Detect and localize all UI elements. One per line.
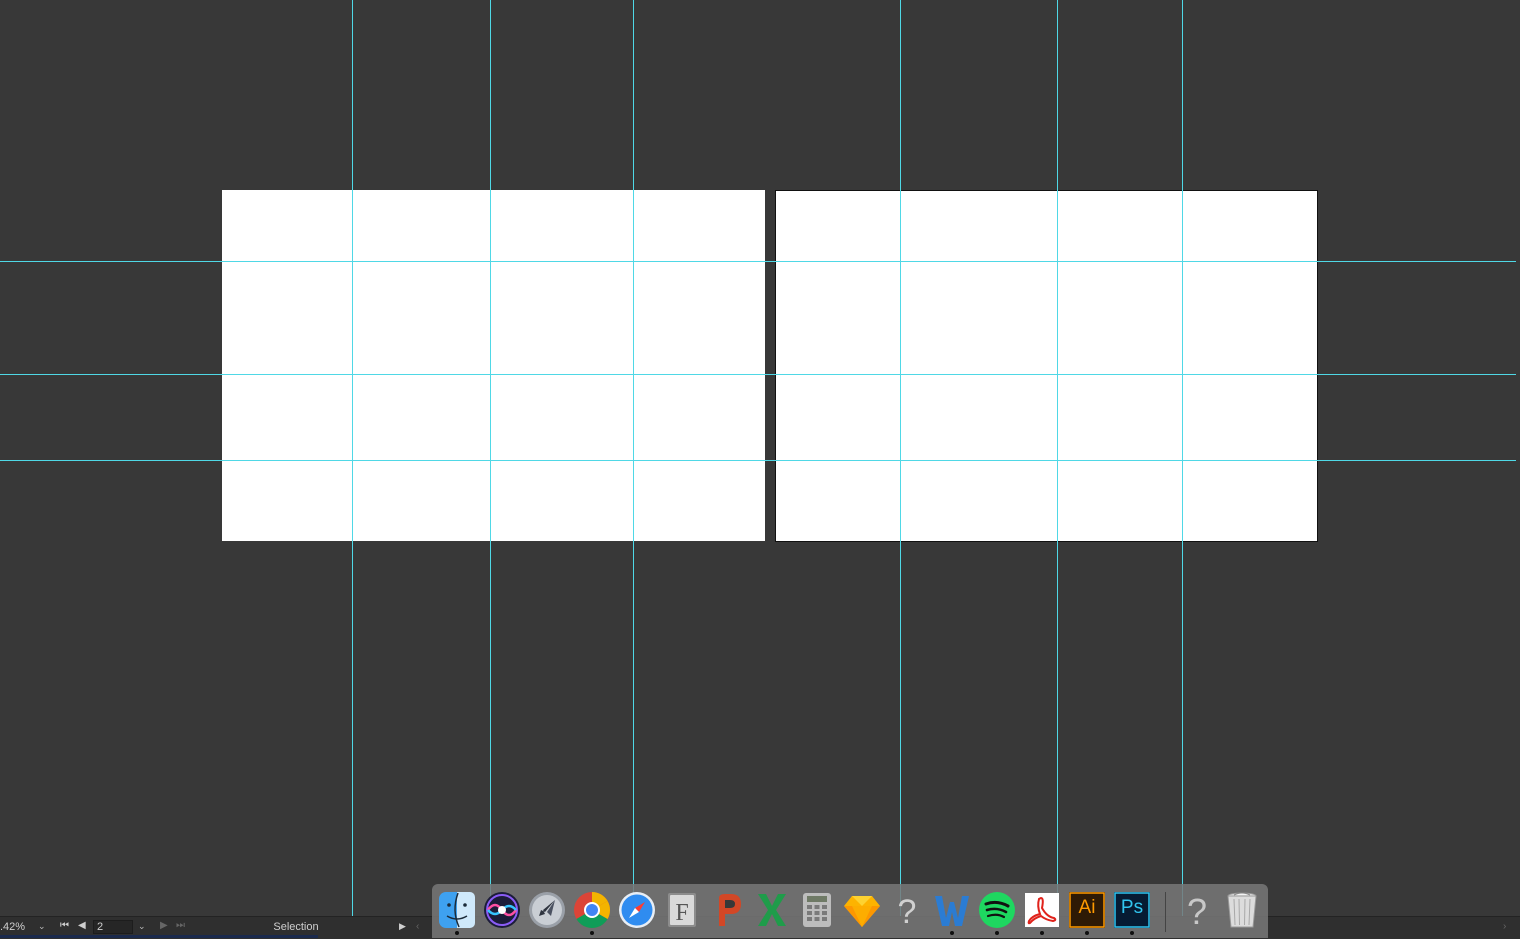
trash-glyph	[1227, 892, 1257, 928]
photoshop-label: Ps	[1120, 897, 1144, 918]
illustrator-icon[interactable]: Ai	[1067, 890, 1107, 935]
calculator-icon[interactable]	[797, 890, 837, 930]
horizontal-guide[interactable]	[0, 261, 1516, 262]
next-artboard-icon[interactable]: ▶	[160, 920, 168, 931]
running-indicator	[995, 931, 999, 935]
running-indicator	[455, 931, 459, 935]
spotify-icon[interactable]	[977, 890, 1017, 935]
running-indicator	[1085, 931, 1089, 935]
running-indicator	[950, 931, 954, 935]
dock-separator	[1165, 892, 1166, 932]
artboard-2-selected[interactable]	[775, 190, 1318, 542]
chrome-icon[interactable]	[572, 890, 612, 935]
vertical-guide[interactable]	[1057, 0, 1058, 916]
horizontal-guide[interactable]	[0, 460, 1516, 461]
scroll-right-icon[interactable]: ›	[1503, 921, 1506, 932]
acrobat-icon[interactable]	[1022, 890, 1062, 935]
status-menu-arrow-icon[interactable]: ▶	[399, 921, 406, 932]
scroll-left-icon[interactable]: ‹	[416, 921, 419, 932]
vertical-guide[interactable]	[352, 0, 353, 916]
vertical-guide[interactable]	[900, 0, 901, 916]
calculator-glyph	[803, 893, 831, 927]
spotify-glyph	[979, 892, 1015, 928]
previous-artboard-icon[interactable]: ◀	[78, 920, 86, 931]
svg-text:F: F	[675, 900, 688, 926]
vertical-guide[interactable]	[1182, 0, 1183, 916]
safari-glyph	[619, 892, 655, 928]
chrome-glyph	[574, 892, 611, 928]
siri-icon[interactable]	[482, 890, 522, 930]
finder-glyph	[439, 892, 475, 928]
vertical-guide[interactable]	[490, 0, 491, 916]
word-glyph	[935, 896, 969, 926]
illustrator-label: Ai	[1078, 897, 1096, 918]
fontbook-glyph: F	[668, 893, 696, 927]
vertical-guide[interactable]	[633, 0, 634, 916]
macos-dock: F ? Ai Ps ?	[432, 884, 1268, 938]
horizontal-guide[interactable]	[0, 374, 1516, 375]
excel-icon[interactable]	[752, 890, 792, 930]
zoom-dropdown-icon[interactable]: ⌄	[38, 921, 46, 932]
powerpoint-icon[interactable]	[707, 890, 747, 930]
running-indicator	[1040, 931, 1044, 935]
zoom-level[interactable]: .42%	[0, 921, 30, 933]
safari-icon[interactable]	[617, 890, 657, 930]
current-tool-label[interactable]: Selection	[196, 920, 396, 935]
first-artboard-icon[interactable]: ⏮	[60, 920, 69, 931]
svg-text:?: ?	[1187, 891, 1207, 930]
finder-icon[interactable]	[437, 890, 477, 935]
question-mark-glyph: ?	[1187, 891, 1207, 932]
excel-glyph	[758, 894, 786, 926]
word-icon[interactable]	[932, 890, 972, 935]
trash-icon[interactable]	[1222, 890, 1262, 930]
running-indicator	[590, 931, 594, 935]
last-artboard-icon[interactable]: ⏭	[176, 920, 185, 931]
question-mark-glyph: ?	[898, 893, 917, 931]
fontbook-icon[interactable]: F	[662, 890, 702, 930]
sketch-glyph	[844, 896, 880, 927]
sketch-icon[interactable]	[842, 890, 882, 930]
artboard-dropdown-icon[interactable]: ⌄	[138, 921, 146, 932]
unknown-app-icon[interactable]: ?	[887, 890, 927, 931]
running-indicator	[1130, 931, 1134, 935]
powerpoint-glyph	[719, 894, 741, 926]
photoshop-icon[interactable]: Ps	[1112, 890, 1152, 935]
unknown-folder-icon[interactable]: ?	[1177, 890, 1217, 932]
launchpad-glyph	[529, 892, 565, 928]
siri-glyph	[484, 892, 520, 928]
launchpad-icon[interactable]	[527, 890, 567, 930]
acrobat-glyph	[1025, 893, 1059, 927]
artboard-1[interactable]	[222, 190, 765, 541]
svg-text:?: ?	[898, 893, 917, 930]
artboard-number-field[interactable]: 2	[93, 920, 133, 934]
